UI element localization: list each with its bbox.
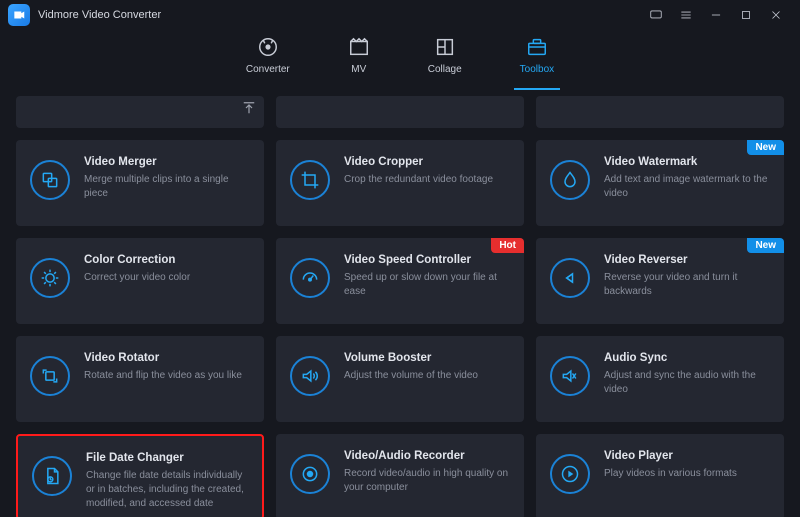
tab-label: Toolbox [520,64,554,75]
card-desc: Speed up or slow down your file at ease [344,271,510,299]
card-desc: Reverse your video and turn it backwards [604,271,770,299]
card-title: Video Cropper [344,156,510,168]
card-title: Color Correction [84,254,250,266]
recorder-icon [290,454,330,494]
card-desc: Adjust the volume of the video [344,369,510,383]
app-title: Vidmore Video Converter [38,9,161,21]
hot-badge: Hot [491,238,524,253]
card-title: File Date Changer [86,452,248,464]
merger-icon [30,160,70,200]
card-desc: Rotate and flip the video as you like [84,369,250,383]
main-tabs: Converter MV Collage Toolbox [0,30,800,90]
card-title: Video Reverser [604,254,770,266]
tool-card-video-watermark[interactable]: New Video Watermark Add text and image w… [536,140,784,226]
tool-card-audio-sync[interactable]: Audio Sync Adjust and sync the audio wit… [536,336,784,422]
titlebar: Vidmore Video Converter [0,0,800,30]
tool-card-video-cropper[interactable]: Video Cropper Crop the redundant video f… [276,140,524,226]
card-desc: Change file date details individually or… [86,469,248,511]
color-icon [30,258,70,298]
tab-toolbox[interactable]: Toolbox [514,34,560,90]
card-title: Video Merger [84,156,250,168]
tab-label: Collage [428,64,462,75]
tab-collage[interactable]: Collage [422,34,468,90]
menu-icon[interactable] [674,3,698,27]
card-title: Audio Sync [604,352,770,364]
card-title: Video Watermark [604,156,770,168]
tool-card-video-reverser[interactable]: New Video Reverser Reverse your video an… [536,238,784,324]
card-desc: Crop the redundant video footage [344,173,510,187]
app-logo [8,4,30,26]
card-title: Video Player [604,450,770,462]
tab-converter[interactable]: Converter [240,34,296,90]
minimize-button[interactable] [704,3,728,27]
feedback-icon[interactable] [644,3,668,27]
tool-card-video-rotator[interactable]: Video Rotator Rotate and flip the video … [16,336,264,422]
collapse-up-icon [240,99,258,117]
new-badge: New [747,140,784,155]
close-button[interactable] [764,3,788,27]
card-title: Video/Audio Recorder [344,450,510,462]
tool-card-video-player[interactable]: Video Player Play videos in various form… [536,434,784,517]
rotator-icon [30,356,70,396]
tool-card-video-speed-controller[interactable]: Hot Video Speed Controller Speed up or s… [276,238,524,324]
tab-label: MV [351,64,366,75]
new-badge: New [747,238,784,253]
card-desc: Merge multiple clips into a single piece [84,173,250,201]
player-icon [550,454,590,494]
tool-card-video-merger[interactable]: Video Merger Merge multiple clips into a… [16,140,264,226]
tool-card-color-correction[interactable]: Color Correction Correct your video colo… [16,238,264,324]
tool-card-volume-booster[interactable]: Volume Booster Adjust the volume of the … [276,336,524,422]
filedate-icon [32,456,72,496]
card-desc: Adjust and sync the audio with the video [604,369,770,397]
tool-card-stub[interactable] [276,96,524,128]
card-desc: Play videos in various formats [604,467,770,481]
cropper-icon [290,160,330,200]
card-title: Video Speed Controller [344,254,510,266]
tool-card-stub[interactable] [16,96,264,128]
maximize-button[interactable] [734,3,758,27]
audiosync-icon [550,356,590,396]
tab-mv[interactable]: MV [342,34,376,90]
card-desc: Add text and image watermark to the vide… [604,173,770,201]
tool-card-stub[interactable] [536,96,784,128]
speed-icon [290,258,330,298]
watermark-icon [550,160,590,200]
tool-card-file-date-changer[interactable]: File Date Changer Change file date detai… [16,434,264,517]
card-desc: Record video/audio in high quality on yo… [344,467,510,495]
reverser-icon [550,258,590,298]
tool-card-video-audio-recorder[interactable]: Video/Audio Recorder Record video/audio … [276,434,524,517]
card-desc: Correct your video color [84,271,250,285]
volume-icon [290,356,330,396]
card-title: Video Rotator [84,352,250,364]
tab-label: Converter [246,64,290,75]
tool-grid-container: Video Merger Merge multiple clips into a… [0,90,800,517]
card-title: Volume Booster [344,352,510,364]
